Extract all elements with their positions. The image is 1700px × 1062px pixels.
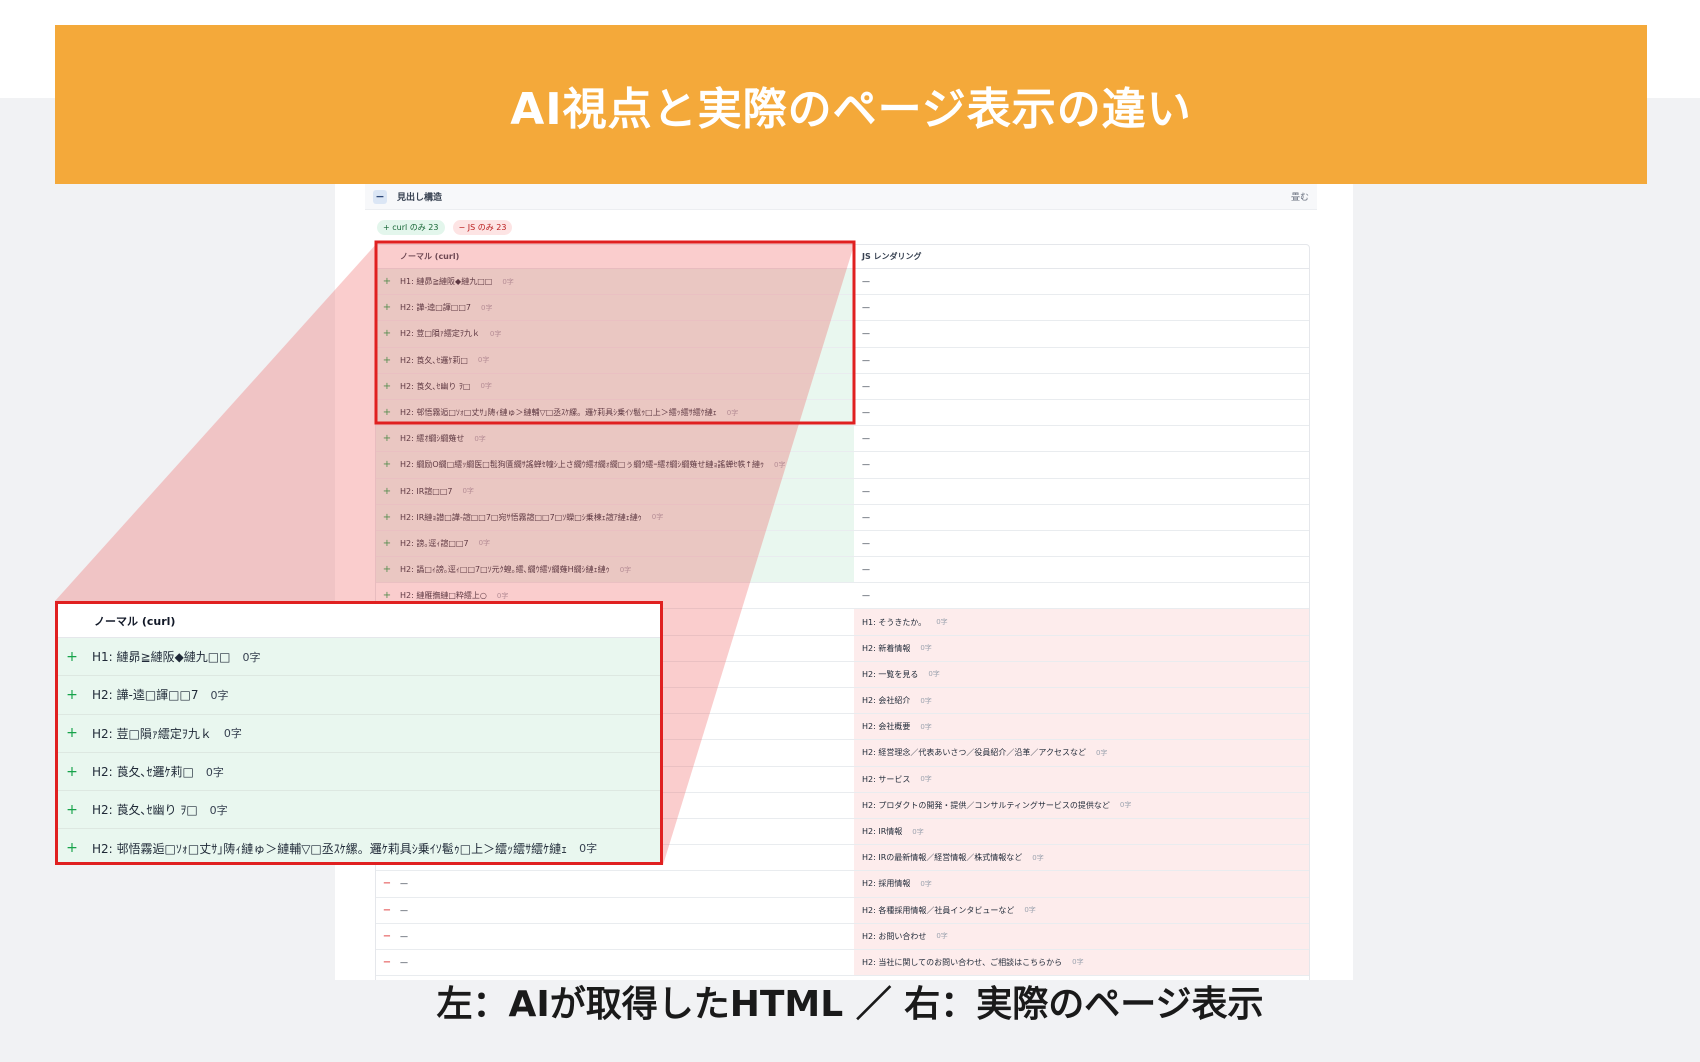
zoom-row: + H2: 邨悟霧逅□ｿｫ□丈ｻ｣陦ｨ縺ゅ＞縺輔▽□丞ｽｹ縲。邏ｹ莉具ｼ乗ｲｿ髱ｩ… — [58, 829, 660, 862]
char-count: 0字 — [579, 842, 598, 856]
heading-text: H2: 莨夂､ｾ邏ｹ莉□ — [92, 765, 194, 780]
char-count: 0字 — [209, 803, 228, 817]
zoom-row: + H1: 縺昴≧縺阪◆縺九□□ 0字 — [58, 638, 660, 677]
char-count: 0字 — [210, 688, 229, 702]
plus-icon: + — [66, 763, 78, 780]
heading-text: H1: 縺昴≧縺阪◆縺九□□ — [92, 650, 231, 665]
char-count: 0字 — [205, 765, 224, 779]
plus-icon: + — [66, 725, 78, 742]
zoom-row: + H2: 莨夂､ｾ邏ｹ莉□ 0字 — [58, 752, 660, 792]
plus-icon: + — [66, 648, 78, 665]
zoom-row: + H2: 莨夂､ｾ幽り ｦ□ 0字 — [58, 791, 660, 830]
heading-text: H2: 邨悟霧逅□ｿｫ□丈ｻ｣陦ｨ縺ゅ＞縺輔▽□丞ｽｹ縲。邏ｹ莉具ｼ乗ｲｿ髱ｩ□… — [92, 841, 568, 856]
heading-text: H2: 莨夂､ｾ幽り ｦ□ — [92, 803, 198, 818]
heading-text: H2: 荳□隕ｧ繧定ｦ九ｋ — [92, 726, 212, 741]
char-count: 0字 — [223, 727, 242, 741]
heading-text: H2: 譁-逵□諢□□7 — [92, 688, 199, 703]
plus-icon: + — [66, 801, 78, 818]
caption: 左：AIが取得したHTML ／ 右：実際のページ表示 — [436, 984, 1264, 1025]
zoom-row: + H2: 譁-逵□諢□□7 0字 — [58, 676, 660, 715]
zoom-connector — [55, 240, 856, 865]
plus-icon: + — [66, 840, 78, 857]
plus-icon: + — [66, 686, 78, 703]
zoom-row: + H2: 荳□隕ｧ繧定ｦ九ｋ 0字 — [58, 714, 660, 753]
zoom-header: ノーマル (curl) — [58, 604, 660, 638]
zoomed-curl-panel: ノーマル (curl) + H1: 縺昴≧縺阪◆縺九□□ 0字 + H2: 譁-逵□諢□… — [55, 601, 663, 865]
char-count: 0字 — [242, 650, 261, 664]
